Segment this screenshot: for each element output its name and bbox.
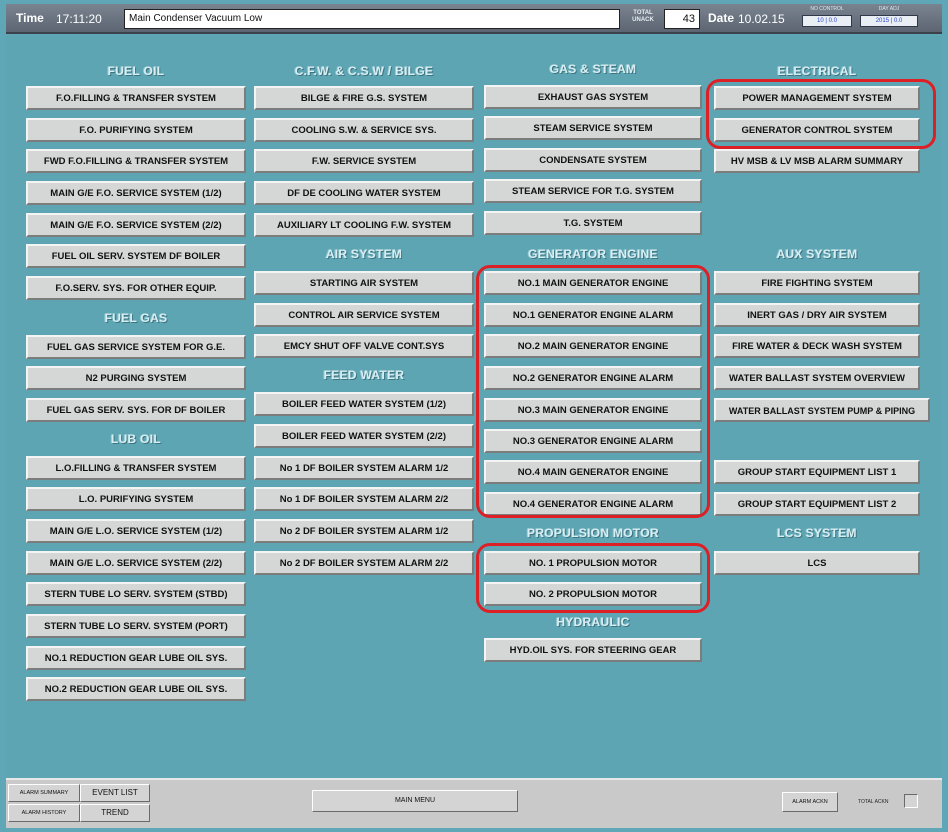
section-title-propulsion-motor: PROPULSION MOTOR — [527, 526, 659, 540]
btn-fire-fighting[interactable]: FIRE FIGHTING SYSTEM — [714, 271, 920, 295]
section-title-generator-engine: GENERATOR ENGINE — [528, 247, 658, 261]
btn-water-ballast-overview[interactable]: WATER BALLAST SYSTEM OVERVIEW — [714, 366, 920, 390]
total-ackn-label: TOTAL ACKN — [858, 799, 889, 805]
btn-fuel-gas-df-boiler[interactable]: FUEL GAS SERV. SYS. FOR DF BOILER — [26, 398, 246, 422]
btn-condensate[interactable]: CONDENSATE SYSTEM — [484, 148, 702, 172]
alarm-monitoring-screen: Time 17:11:20 Main Condenser Vacuum Low … — [0, 0, 948, 832]
btn-no1-reduction-gear[interactable]: NO.1 REDUCTION GEAR LUBE OIL SYS. — [26, 646, 246, 670]
btn-df-de-cooling[interactable]: DF DE COOLING WATER SYSTEM — [254, 181, 474, 205]
section-title-lub-oil: LUB OIL — [110, 432, 162, 446]
btn-main-ge-lo-service-2[interactable]: MAIN G/E L.O. SERVICE SYSTEM (2/2) — [26, 551, 246, 575]
btn-starting-air[interactable]: STARTING AIR SYSTEM — [254, 271, 474, 295]
main-menu-button[interactable]: MAIN MENU — [312, 790, 518, 812]
time-label: Time — [16, 11, 44, 25]
date-label: Date — [708, 11, 735, 25]
btn-lo-purifying[interactable]: L.O. PURIFYING SYSTEM — [26, 487, 246, 511]
mini-label-2: DAY ADJ — [878, 6, 900, 12]
mini-status-box-2[interactable]: 2015 | 0.0 — [860, 15, 918, 27]
btn-control-air[interactable]: CONTROL AIR SERVICE SYSTEM — [254, 303, 474, 327]
btn-fire-water-deck-wash[interactable]: FIRE WATER & DECK WASH SYSTEM — [714, 334, 920, 358]
btn-boiler-feed-1[interactable]: BOILER FEED WATER SYSTEM (1/2) — [254, 392, 474, 416]
btn-inert-gas[interactable]: INERT GAS / DRY AIR SYSTEM — [714, 303, 920, 327]
total-unack-count: 43 — [664, 9, 700, 29]
system-menu-panel: FUEL OIL F.O.FILLING & TRANSFER SYSTEM F… — [6, 36, 942, 778]
btn-no4-main-generator[interactable]: NO.4 MAIN GENERATOR ENGINE — [484, 460, 702, 484]
mini-label-1: NO CONTROL — [810, 6, 844, 12]
alarm-history-button[interactable]: ALARM HISTORY — [8, 804, 80, 822]
status-bar: Time 17:11:20 Main Condenser Vacuum Low … — [6, 4, 942, 34]
btn-no2-df-boiler-2[interactable]: No 2 DF BOILER SYSTEM ALARM 2/2 — [254, 551, 474, 575]
btn-no1-df-boiler-1[interactable]: No 1 DF BOILER SYSTEM ALARM 1/2 — [254, 456, 474, 480]
btn-no1-generator-alarm[interactable]: NO.1 GENERATOR ENGINE ALARM — [484, 303, 702, 327]
mini-status-box-1[interactable]: 10 | 0.0 — [802, 15, 852, 27]
section-title-fuel-gas: FUEL GAS — [104, 311, 168, 325]
btn-fo-serv-other-equip[interactable]: F.O.SERV. SYS. FOR OTHER EQUIP. — [26, 276, 246, 300]
btn-no1-main-generator[interactable]: NO.1 MAIN GENERATOR ENGINE — [484, 271, 702, 295]
btn-lo-filling-transfer[interactable]: L.O.FILLING & TRANSFER SYSTEM — [26, 456, 246, 480]
btn-no2-reduction-gear[interactable]: NO.2 REDUCTION GEAR LUBE OIL SYS. — [26, 677, 246, 701]
btn-no2-propulsion-motor[interactable]: NO. 2 PROPULSION MOTOR — [484, 582, 702, 606]
btn-n2-purging[interactable]: N2 PURGING SYSTEM — [26, 366, 246, 390]
latest-alarm-message[interactable]: Main Condenser Vacuum Low — [124, 9, 620, 29]
date-value: 10.02.15 — [738, 12, 785, 26]
btn-boiler-feed-2[interactable]: BOILER FEED WATER SYSTEM (2/2) — [254, 424, 474, 448]
btn-group-start-list-2[interactable]: GROUP START EQUIPMENT LIST 2 — [714, 492, 920, 516]
section-title-lcs-system: LCS SYSTEM — [777, 526, 857, 540]
btn-bilge-fire[interactable]: BILGE & FIRE G.S. SYSTEM — [254, 86, 474, 110]
section-title-gas-steam: GAS & STEAM — [549, 62, 637, 76]
btn-no1-df-boiler-2[interactable]: No 1 DF BOILER SYSTEM ALARM 2/2 — [254, 487, 474, 511]
btn-main-ge-fo-service-2[interactable]: MAIN G/E F.O. SERVICE SYSTEM (2/2) — [26, 213, 246, 237]
btn-hyd-oil-steering[interactable]: HYD.OIL SYS. FOR STEERING GEAR — [484, 638, 702, 662]
btn-fo-filling-transfer[interactable]: F.O.FILLING & TRANSFER SYSTEM — [26, 86, 246, 110]
btn-main-ge-lo-service-1[interactable]: MAIN G/E L.O. SERVICE SYSTEM (1/2) — [26, 519, 246, 543]
btn-fo-serv-df-boiler[interactable]: FUEL OIL SERV. SYSTEM DF BOILER — [26, 244, 246, 268]
bottom-toolbar: ALARM SUMMARY EVENT LIST ALARM HISTORY T… — [6, 778, 942, 828]
section-title-electrical: ELECTRICAL — [777, 64, 857, 78]
btn-power-management[interactable]: POWER MANAGEMENT SYSTEM — [714, 86, 920, 110]
btn-aux-lt-cooling[interactable]: AUXILIARY LT COOLING F.W. SYSTEM — [254, 213, 474, 237]
time-value: 17:11:20 — [56, 12, 102, 26]
btn-no2-main-generator[interactable]: NO.2 MAIN GENERATOR ENGINE — [484, 334, 702, 358]
btn-hv-lv-msb-alarm[interactable]: HV MSB & LV MSB ALARM SUMMARY — [714, 149, 920, 173]
event-list-button[interactable]: EVENT LIST — [80, 784, 150, 802]
btn-no3-generator-alarm[interactable]: NO.3 GENERATOR ENGINE ALARM — [484, 429, 702, 453]
btn-water-ballast-pump[interactable]: WATER BALLAST SYSTEM PUMP & PIPING — [714, 398, 930, 422]
btn-main-ge-fo-service-1[interactable]: MAIN G/E F.O. SERVICE SYSTEM (1/2) — [26, 181, 246, 205]
total-ackn-checkbox[interactable] — [904, 794, 918, 808]
btn-steam-service[interactable]: STEAM SERVICE SYSTEM — [484, 116, 702, 140]
total-unack-label: TOTAL UNACK — [632, 10, 654, 23]
btn-no4-generator-alarm[interactable]: NO.4 GENERATOR ENGINE ALARM — [484, 492, 702, 516]
btn-fw-service[interactable]: F.W. SERVICE SYSTEM — [254, 149, 474, 173]
btn-cooling-sw[interactable]: COOLING S.W. & SERVICE SYS. — [254, 118, 474, 142]
trend-button[interactable]: TREND — [80, 804, 150, 822]
btn-group-start-list-1[interactable]: GROUP START EQUIPMENT LIST 1 — [714, 460, 920, 484]
btn-stern-tube-stbd[interactable]: STERN TUBE LO SERV. SYSTEM (STBD) — [26, 582, 246, 606]
btn-no3-main-generator[interactable]: NO.3 MAIN GENERATOR ENGINE — [484, 398, 702, 422]
section-title-hydraulic: HYDRAULIC — [556, 615, 630, 629]
btn-exhaust-gas[interactable]: EXHAUST GAS SYSTEM — [484, 85, 702, 109]
section-title-cfw: C.F.W. & C.S.W / BILGE — [294, 64, 434, 78]
btn-generator-control[interactable]: GENERATOR CONTROL SYSTEM — [714, 118, 920, 142]
section-title-feed-water: FEED WATER — [323, 368, 405, 382]
alarm-summary-button[interactable]: ALARM SUMMARY — [8, 784, 80, 802]
btn-fuel-gas-service-ge[interactable]: FUEL GAS SERVICE SYSTEM FOR G.E. — [26, 335, 246, 359]
btn-no2-df-boiler-1[interactable]: No 2 DF BOILER SYSTEM ALARM 1/2 — [254, 519, 474, 543]
section-title-aux-system: AUX SYSTEM — [776, 247, 858, 261]
btn-no1-propulsion-motor[interactable]: NO. 1 PROPULSION MOTOR — [484, 551, 702, 575]
btn-emcy-shut-off[interactable]: EMCY SHUT OFF VALVE CONT.SYS — [254, 334, 474, 358]
btn-fo-purifying[interactable]: F.O. PURIFYING SYSTEM — [26, 118, 246, 142]
btn-fwd-fo-filling[interactable]: FWD F.O.FILLING & TRANSFER SYSTEM — [26, 149, 246, 173]
btn-tg-system[interactable]: T.G. SYSTEM — [484, 211, 702, 235]
section-title-air-system: AIR SYSTEM — [325, 247, 403, 261]
btn-lcs[interactable]: LCS — [714, 551, 920, 575]
btn-no2-generator-alarm[interactable]: NO.2 GENERATOR ENGINE ALARM — [484, 366, 702, 390]
alarm-ack-button[interactable]: ALARM ACKN — [782, 792, 838, 812]
btn-steam-service-tg[interactable]: STEAM SERVICE FOR T.G. SYSTEM — [484, 179, 702, 203]
btn-stern-tube-port[interactable]: STERN TUBE LO SERV. SYSTEM (PORT) — [26, 614, 246, 638]
section-title-fuel-oil: FUEL OIL — [107, 64, 165, 78]
